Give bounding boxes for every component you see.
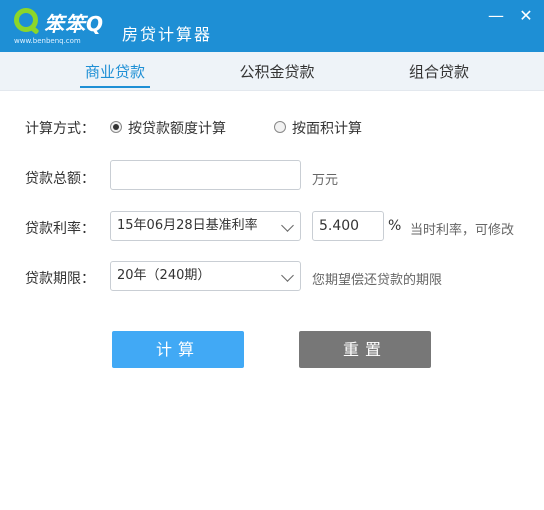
term-label: 贷款期限： bbox=[25, 271, 95, 287]
term-hint: 您期望偿还贷款的期限 bbox=[312, 273, 443, 288]
logo-text: 笨笨Q bbox=[44, 12, 105, 36]
logo-url: www.benbenq.com bbox=[14, 37, 81, 45]
term-select[interactable]: 20年（240期） bbox=[110, 261, 301, 291]
term-select-value: 20年（240期） bbox=[117, 268, 211, 283]
radio-by-amount[interactable] bbox=[110, 121, 122, 133]
logo-icon bbox=[14, 8, 38, 32]
rate-hint: 当时利率，可修改 bbox=[410, 223, 515, 238]
radio-by-area[interactable] bbox=[274, 121, 286, 133]
rate-select-value: 15年06月28日基准利率 bbox=[117, 218, 258, 233]
loan-total-unit: 万元 bbox=[312, 173, 339, 188]
tab-combined-loan[interactable]: 组合贷款 bbox=[402, 52, 476, 90]
chevron-down-icon bbox=[281, 219, 294, 232]
minimize-button[interactable]: — bbox=[485, 6, 507, 26]
tab-bar: 商业贷款 公积金贷款 组合贷款 bbox=[0, 52, 544, 91]
loan-total-label: 贷款总额： bbox=[25, 171, 95, 187]
reset-button[interactable]: 重置 bbox=[299, 331, 431, 368]
radio-by-area-label[interactable]: 按面积计算 bbox=[292, 118, 362, 138]
tab-provident-fund-loan[interactable]: 公积金贷款 bbox=[232, 52, 322, 90]
rate-input[interactable] bbox=[312, 211, 384, 241]
rate-unit: % bbox=[388, 218, 402, 234]
calc-method-label: 计算方式： bbox=[25, 121, 95, 137]
tab-commercial-loan[interactable]: 商业贷款 bbox=[78, 52, 152, 90]
radio-by-amount-label[interactable]: 按贷款额度计算 bbox=[128, 118, 226, 138]
rate-label: 贷款利率： bbox=[25, 221, 95, 237]
calculate-button[interactable]: 计算 bbox=[112, 331, 244, 368]
rate-select[interactable]: 15年06月28日基准利率 bbox=[110, 211, 301, 241]
title-bar: 笨笨Q www.benbenq.com 房贷计算器 — ✕ bbox=[0, 0, 544, 52]
app-title: 房贷计算器 bbox=[122, 25, 213, 44]
chevron-down-icon bbox=[281, 269, 294, 282]
close-button[interactable]: ✕ bbox=[515, 6, 537, 26]
loan-total-input[interactable] bbox=[110, 160, 301, 190]
